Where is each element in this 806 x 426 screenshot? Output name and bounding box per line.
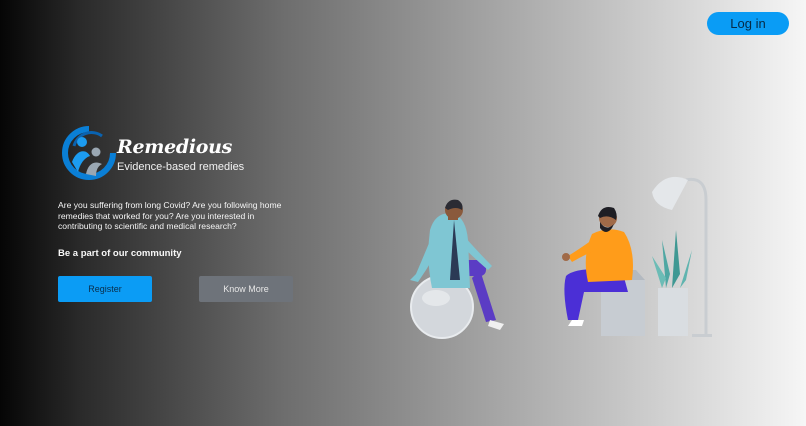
register-button[interactable]: Register	[58, 276, 152, 302]
brand-name: Remedious	[117, 136, 233, 158]
remedious-logo-icon	[62, 126, 116, 180]
login-button[interactable]: Log in	[707, 12, 789, 35]
community-heading: Be a part of our community	[58, 248, 182, 259]
hero-intro-text: Are you suffering from long Covid? Are y…	[58, 200, 282, 231]
potted-plant	[652, 230, 692, 336]
brand-tagline: Evidence-based remedies	[117, 161, 245, 173]
consultation-illustration	[410, 176, 712, 339]
patient-figure	[562, 207, 645, 336]
know-more-button[interactable]: Know More	[199, 276, 293, 302]
